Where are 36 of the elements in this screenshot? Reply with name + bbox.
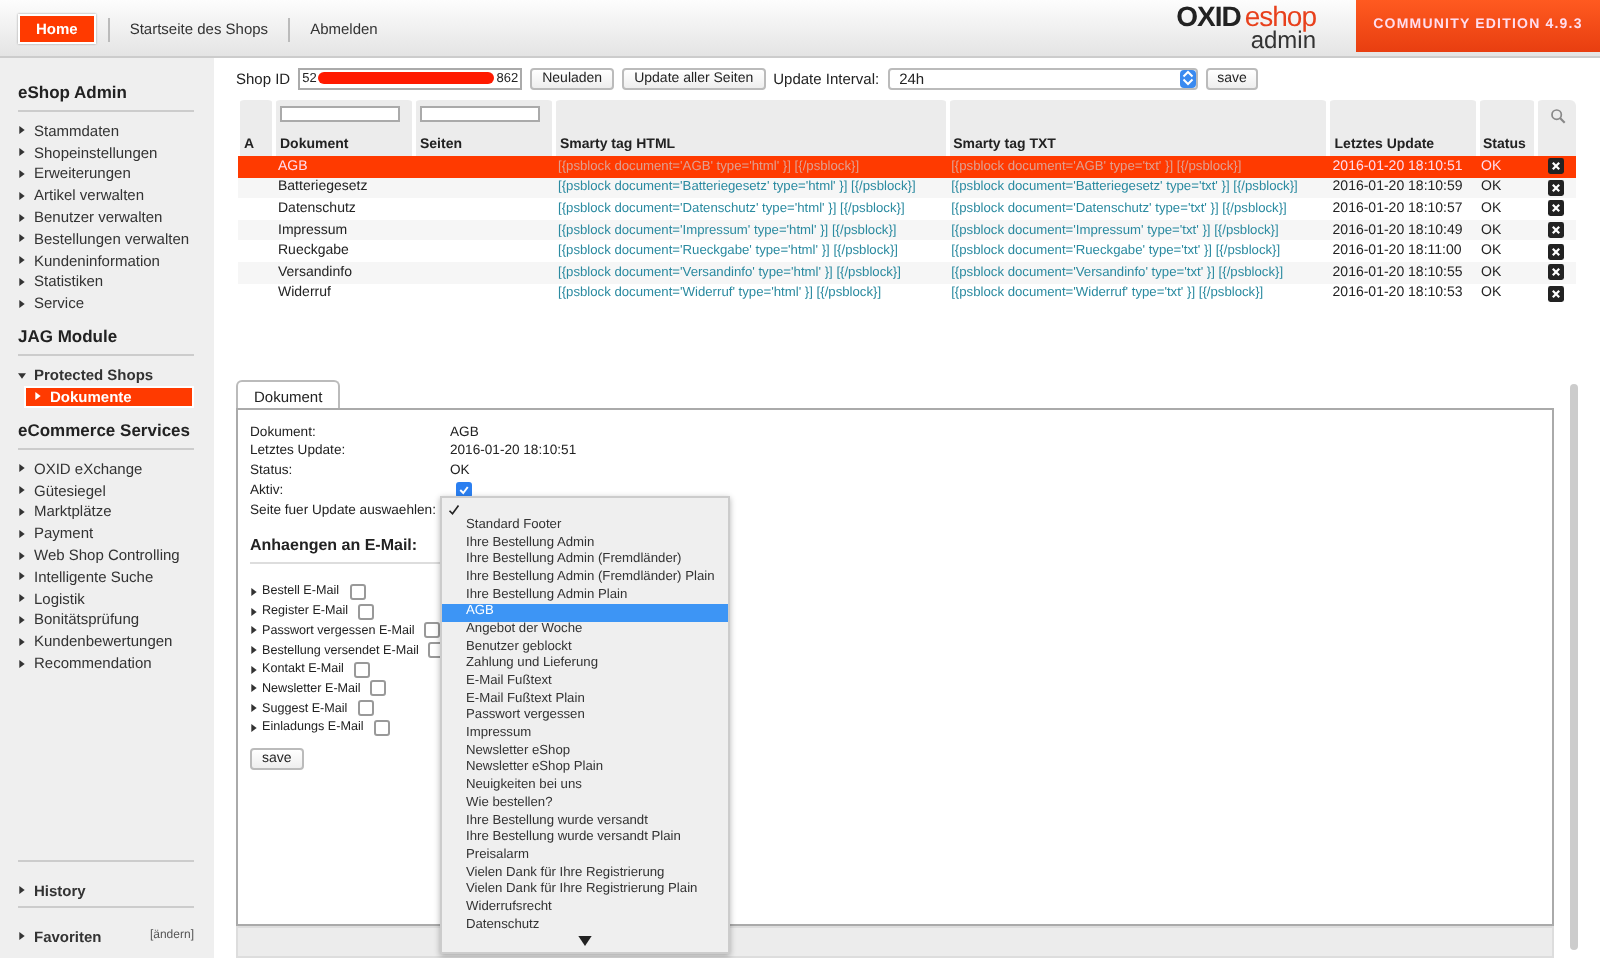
email-checkbox[interactable] <box>370 680 387 697</box>
filter-field[interactable] <box>280 106 400 122</box>
caret-icon <box>250 665 258 674</box>
delete-icon[interactable] <box>1548 285 1564 302</box>
stepper-icon[interactable] <box>1179 69 1196 87</box>
filter-field[interactable] <box>420 106 540 122</box>
caret-icon <box>18 932 26 940</box>
email-checkbox[interactable] <box>358 603 375 620</box>
check-icon <box>448 503 460 515</box>
section-title: eCommerce Services <box>18 419 194 450</box>
delete-icon[interactable] <box>1548 200 1564 217</box>
scroll-down-icon[interactable] <box>578 936 592 947</box>
email-checkbox[interactable] <box>353 661 370 678</box>
search-icon[interactable] <box>1549 108 1565 124</box>
caret-icon <box>34 392 42 401</box>
caret-icon <box>250 607 258 616</box>
caret-icon <box>250 684 258 693</box>
delete-icon[interactable] <box>1548 264 1564 281</box>
caret-icon <box>250 626 258 635</box>
email-checkbox[interactable] <box>373 719 390 736</box>
email-checkbox[interactable] <box>357 700 374 717</box>
logo: OXIDeshop admin <box>1174 0 1318 54</box>
caret-icon <box>250 723 258 732</box>
caret-icon <box>18 886 26 894</box>
section-title: eShop Admin <box>18 82 194 112</box>
caret-icon <box>250 587 258 596</box>
delete-icon[interactable] <box>1548 179 1564 196</box>
delete-icon[interactable] <box>1548 222 1564 239</box>
delete-icon[interactable] <box>1548 158 1564 175</box>
scrollbar[interactable] <box>1570 384 1578 950</box>
caret-icon <box>250 646 258 655</box>
caret-icon <box>250 704 258 713</box>
email-checkbox[interactable] <box>424 622 441 639</box>
section-title: JAG Module <box>18 326 194 357</box>
email-checkbox[interactable] <box>349 583 365 600</box>
delete-icon[interactable] <box>1548 243 1564 260</box>
